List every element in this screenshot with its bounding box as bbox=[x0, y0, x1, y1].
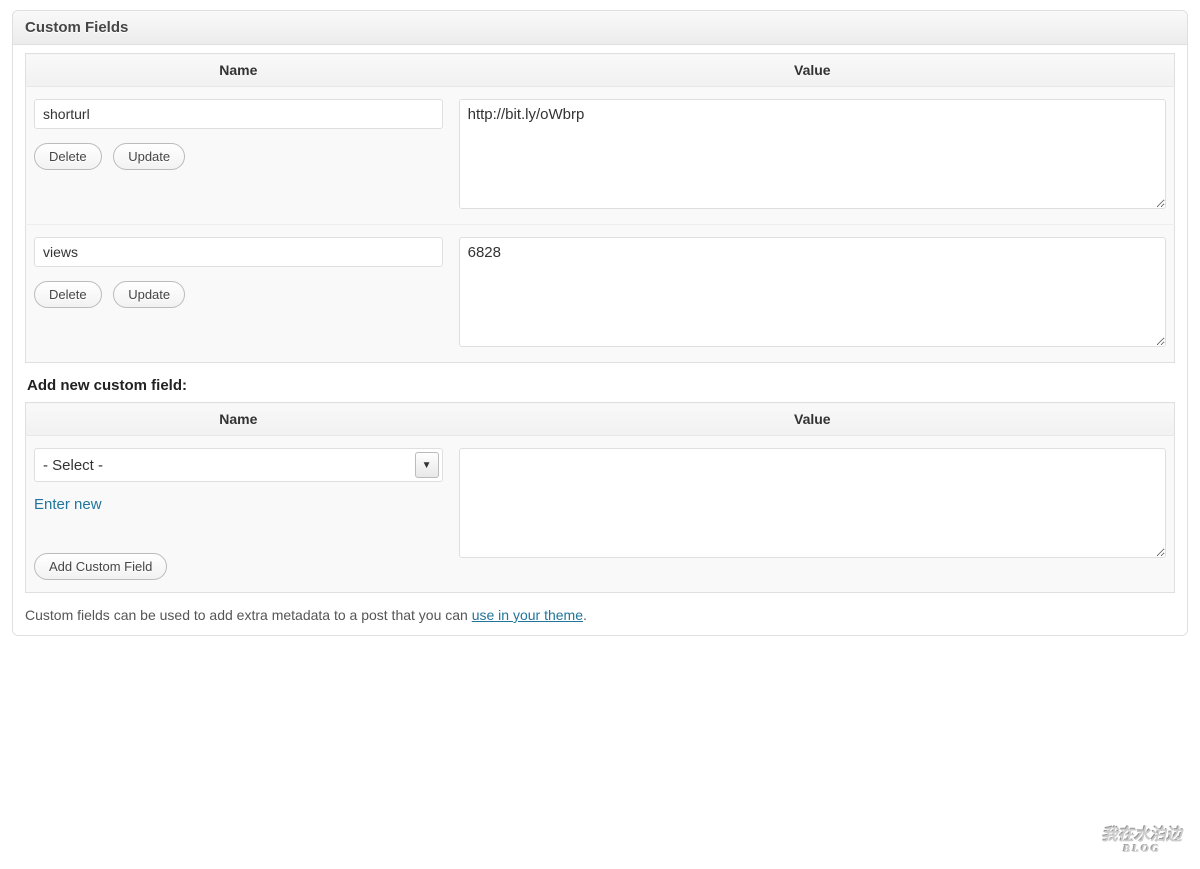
new-field-value-textarea[interactable] bbox=[459, 448, 1166, 558]
enter-new-link[interactable]: Enter new bbox=[34, 496, 102, 513]
field-value-textarea[interactable]: 6828 bbox=[459, 237, 1166, 347]
watermark: 我在水泊边 BLOG bbox=[1102, 828, 1182, 855]
add-new-heading: Add new custom field: bbox=[27, 377, 1175, 394]
delete-button[interactable]: Delete bbox=[34, 143, 102, 170]
col-header-value: Value bbox=[451, 403, 1175, 436]
panel-title: Custom Fields bbox=[25, 19, 1175, 36]
col-header-name: Name bbox=[26, 403, 451, 436]
use-in-theme-link[interactable]: use in your theme bbox=[472, 607, 583, 623]
field-value-textarea[interactable]: http://bit.ly/oWbrp bbox=[459, 99, 1166, 209]
field-name-input[interactable] bbox=[34, 237, 443, 267]
custom-fields-table: Name Value Delete Update bbox=[25, 53, 1175, 363]
col-header-name: Name bbox=[26, 54, 451, 87]
add-field-table: Name Value - Select - ▼ bbox=[25, 402, 1175, 593]
add-custom-field-button[interactable]: Add Custom Field bbox=[34, 553, 167, 580]
update-button[interactable]: Update bbox=[113, 281, 185, 308]
panel-body: Name Value Delete Update bbox=[13, 53, 1187, 635]
custom-fields-panel: Custom Fields Name Value Delete bbox=[12, 10, 1188, 636]
table-row: Delete Update 6828 bbox=[26, 225, 1175, 363]
col-header-value: Value bbox=[451, 54, 1175, 87]
field-name-input[interactable] bbox=[34, 99, 443, 129]
panel-header: Custom Fields bbox=[13, 11, 1187, 45]
update-button[interactable]: Update bbox=[113, 143, 185, 170]
field-name-select[interactable]: - Select - bbox=[34, 448, 443, 482]
delete-button[interactable]: Delete bbox=[34, 281, 102, 308]
table-row: Delete Update http://bit.ly/oWbrp bbox=[26, 87, 1175, 225]
footer-text-end: . bbox=[583, 607, 587, 623]
footer-note: Custom fields can be used to add extra m… bbox=[25, 607, 1175, 623]
table-row: - Select - ▼ Enter new Add Custom Field bbox=[26, 436, 1175, 593]
footer-text: Custom fields can be used to add extra m… bbox=[25, 607, 472, 623]
